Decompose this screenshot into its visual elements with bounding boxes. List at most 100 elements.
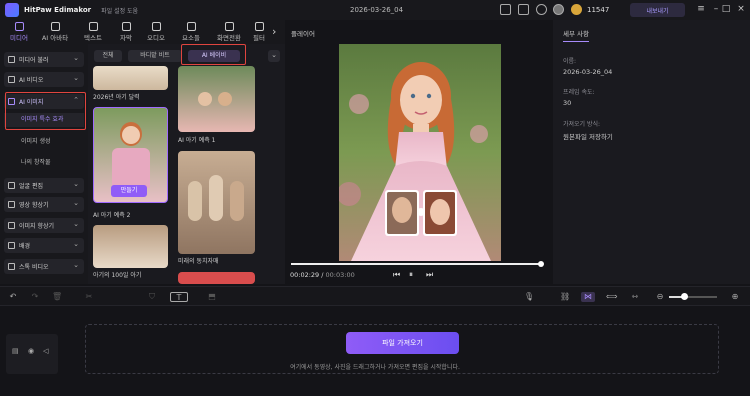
template-label: 아기의 100일 아기 bbox=[93, 272, 142, 279]
thumb-100-days[interactable] bbox=[93, 225, 168, 268]
import-file-button[interactable]: 파일 가져오기 bbox=[346, 332, 459, 354]
export-frame-icon[interactable]: ⬒ bbox=[207, 292, 217, 302]
drop-hint: 여기에서 동영상, 사진을 드래그하거나 가져오면 편집을 시작합니다. bbox=[290, 364, 460, 371]
template-label: 2026년 아기 달력 bbox=[93, 94, 140, 101]
media-icon bbox=[14, 22, 24, 31]
highlight-ai-baby bbox=[181, 44, 246, 65]
export-button[interactable]: 내보내기 bbox=[630, 3, 685, 17]
fit-icon[interactable]: ⟺ bbox=[606, 292, 617, 302]
maximize-icon[interactable]: □ bbox=[720, 3, 732, 15]
magnet-icon[interactable]: ⋈ bbox=[581, 292, 595, 302]
text-tool-icon[interactable]: T bbox=[170, 292, 188, 302]
tab-filter[interactable]: 필터 bbox=[246, 22, 272, 42]
filter-body[interactable]: 바디밭 비트 bbox=[128, 50, 182, 62]
progress-track[interactable] bbox=[291, 263, 541, 265]
filter-icon bbox=[254, 22, 264, 31]
avatar-icon bbox=[50, 22, 60, 31]
thumb-future-siblings[interactable] bbox=[178, 151, 255, 254]
track-icon[interactable]: ⇿ bbox=[630, 292, 640, 302]
menu-icon[interactable]: ≡ bbox=[695, 3, 707, 15]
chevron-down-icon: ⌄ bbox=[73, 180, 79, 188]
avatar[interactable] bbox=[553, 4, 564, 15]
chat-icon[interactable] bbox=[518, 4, 529, 15]
help-icon[interactable] bbox=[536, 4, 547, 15]
nav-stock-video[interactable]: 스톡 비디오 ⌄ bbox=[4, 259, 84, 274]
chevron-down-icon: ⌄ bbox=[73, 240, 79, 248]
import-icon bbox=[8, 56, 15, 63]
delete-icon[interactable]: 🗑 bbox=[52, 292, 62, 302]
template-label: 미래의 동치자매 bbox=[178, 258, 219, 265]
chevron-down-icon: ⌄ bbox=[73, 199, 79, 207]
zoom-out-icon[interactable]: ⊖ bbox=[655, 292, 665, 302]
undo-icon[interactable]: ↶ bbox=[8, 292, 18, 302]
left-nav: 미디어 불러 ⌄ AI 비디오 ⌄ AI 이미지 ⌃ 이미지 특수 효과 이미지 생성… bbox=[0, 44, 88, 284]
image-enhance-icon bbox=[8, 222, 15, 229]
audio-icon bbox=[151, 22, 161, 31]
tab-transition[interactable]: 화면전환 bbox=[210, 22, 248, 42]
tab-details[interactable]: 세부 사항 bbox=[563, 28, 589, 42]
microphone-icon[interactable]: 🎙 bbox=[524, 292, 534, 302]
film-icon[interactable]: ▤ bbox=[12, 347, 19, 355]
transition-icon bbox=[224, 22, 234, 31]
tab-audio[interactable]: 오디오 bbox=[139, 22, 173, 42]
enhance-icon bbox=[8, 201, 15, 208]
zoom-in-icon[interactable]: ⊕ bbox=[730, 292, 740, 302]
nav-image-enhance[interactable]: 이미지 향상기 ⌄ bbox=[4, 218, 84, 233]
tab-text[interactable]: 텍스트 bbox=[76, 22, 110, 42]
nav-import[interactable]: 미디어 불러 ⌄ bbox=[4, 52, 84, 67]
chevron-down-icon[interactable]: ⌄ bbox=[268, 50, 280, 62]
coin-icon bbox=[571, 4, 582, 15]
template-label: AI 아기 예측 2 bbox=[93, 212, 131, 219]
close-icon[interactable]: × bbox=[735, 3, 747, 15]
eye-icon[interactable]: ◉ bbox=[28, 347, 34, 355]
thumb-calendar[interactable] bbox=[93, 66, 168, 90]
current-time: 00:02:29 / 00:03:00 bbox=[290, 271, 355, 279]
nav-ai-video[interactable]: AI 비디오 ⌄ bbox=[4, 72, 84, 87]
prev-frame-icon[interactable]: ⏮ bbox=[393, 270, 400, 280]
volume-icon[interactable]: ◁ bbox=[43, 347, 48, 355]
progress-handle[interactable] bbox=[538, 261, 544, 267]
filter-all[interactable]: 전체 bbox=[94, 50, 122, 62]
redo-icon[interactable]: ↷ bbox=[30, 292, 40, 302]
tab-media[interactable]: 미디어 bbox=[2, 22, 36, 42]
grid-icon[interactable] bbox=[500, 4, 511, 15]
subtitle-icon bbox=[121, 22, 131, 31]
video-preview bbox=[339, 44, 501, 261]
sub-image-generate[interactable]: 이미지 생성 bbox=[4, 135, 84, 149]
face-icon bbox=[8, 182, 15, 189]
player-title: 플레이어 bbox=[291, 30, 315, 38]
tab-subtitle[interactable]: 자막 bbox=[109, 22, 143, 42]
thumb-baby-predict-2[interactable]: 만들기 bbox=[93, 107, 168, 203]
chevron-right-icon[interactable]: › bbox=[272, 25, 276, 38]
next-frame-icon[interactable]: ⏭ bbox=[426, 270, 433, 280]
shield-icon[interactable]: ⛉ bbox=[147, 292, 157, 302]
ai-video-icon bbox=[8, 76, 15, 83]
fps-label: 프레임 속도: bbox=[563, 89, 595, 96]
thumb-more[interactable] bbox=[178, 272, 255, 284]
nav-background[interactable]: 배경 ⌄ bbox=[4, 238, 84, 253]
split-icon[interactable]: ✂ bbox=[84, 292, 94, 302]
make-button[interactable]: 만들기 bbox=[111, 185, 147, 197]
sub-my-creations[interactable]: 나의 창작물 bbox=[4, 156, 84, 170]
pause-icon[interactable]: ⏸ bbox=[409, 270, 413, 280]
template-label: AI 아기 예측 1 bbox=[178, 137, 216, 144]
name-value: 2026-03-26_04 bbox=[563, 68, 613, 76]
nav-face-edit[interactable]: 얼굴 편집 ⌄ bbox=[4, 178, 84, 193]
app-logo-icon bbox=[5, 3, 19, 17]
nav-video-enhance[interactable]: 영상 향상기 ⌄ bbox=[4, 197, 84, 212]
fps-value: 30 bbox=[563, 99, 572, 107]
thumb-baby-predict-1[interactable] bbox=[178, 66, 255, 132]
stock-icon bbox=[8, 263, 15, 270]
zoom-slider-handle[interactable] bbox=[681, 293, 688, 300]
tab-ai-avatar[interactable]: AI 아바타 bbox=[38, 22, 72, 42]
timeline-toolbar: ↶ ↷ 🗑 ✂ ⛉ T ⬒ 🎙 ⛓ ⋈ ⟺ ⇿ ⊖ ⊕ bbox=[0, 286, 750, 306]
chevron-down-icon: ⌄ bbox=[73, 74, 79, 82]
menu-bar[interactable]: 파일 설정 도움 bbox=[101, 6, 138, 15]
tab-elements[interactable]: 요소들 bbox=[174, 22, 208, 42]
background-icon bbox=[8, 242, 15, 249]
document-title: 2026-03-26_04 bbox=[350, 6, 404, 14]
template-grid: 전체 바디밭 비트 AI 베이비 ⌄ 2026년 아기 달력 AI 아기 예측 … bbox=[88, 44, 285, 284]
link-icon[interactable]: ⛓ bbox=[560, 292, 570, 302]
properties-panel: 세부 사항 이름: 2026-03-26_04 프레임 속도: 30 가져오기 … bbox=[553, 20, 750, 284]
chevron-down-icon: ⌄ bbox=[73, 220, 79, 228]
